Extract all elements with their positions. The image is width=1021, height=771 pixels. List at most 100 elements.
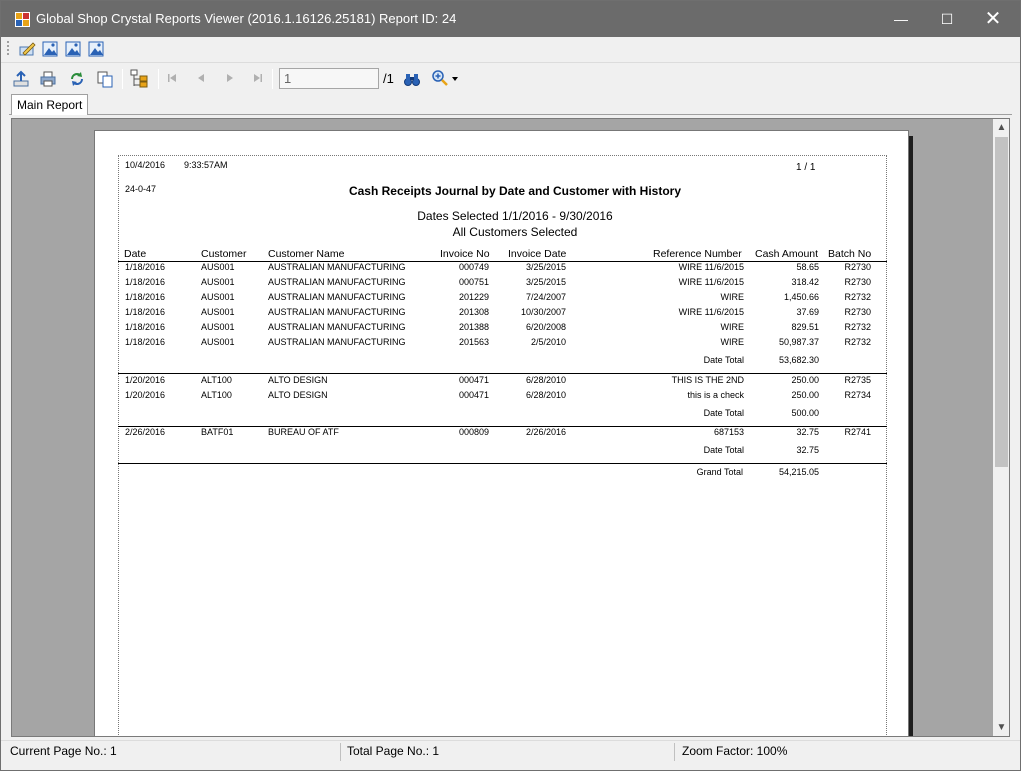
cell-customer: AUS001 <box>201 337 235 347</box>
toolbar-separator <box>158 69 159 89</box>
column-header-date: Date <box>124 248 147 260</box>
vertical-scrollbar[interactable]: ▲ ▼ <box>993 119 1009 736</box>
close-button[interactable]: ✕ <box>970 1 1016 37</box>
toolbar-separator <box>122 69 123 89</box>
window-title: Global Shop Crystal Reports Viewer (2016… <box>36 11 457 26</box>
page-indicator: 1 / 1 <box>796 162 816 173</box>
cell-batch-no: R2732 <box>844 292 871 302</box>
cell-invoice-date: 2/5/2010 <box>530 337 566 347</box>
app-window: Global Shop Crystal Reports Viewer (2016… <box>0 0 1021 771</box>
status-current-page: Current Page No.: 1 <box>10 744 117 758</box>
status-divider <box>340 743 341 761</box>
cell-invoice-date: 6/28/2010 <box>525 375 566 385</box>
cell-customer: AUS001 <box>201 277 235 287</box>
custom-toolbar <box>1 37 1020 62</box>
cell-date: 1/18/2016 <box>125 337 166 347</box>
report-tabs: Main Report <box>9 93 1012 115</box>
cell-customer: ALT100 <box>201 375 232 385</box>
status-total-page: Total Page No.: 1 <box>347 744 440 758</box>
title-bar: Global Shop Crystal Reports Viewer (2016… <box>1 1 1020 37</box>
cell-date: 1/18/2016 <box>125 307 166 317</box>
status-bar: Current Page No.: 1 Total Page No.: 1 Zo… <box>1 740 1020 770</box>
cell-invoice-date: 2/26/2016 <box>525 427 566 437</box>
cell-invoice-date: 10/30/2007 <box>520 307 566 317</box>
cell-date: 2/26/2016 <box>125 427 166 437</box>
status-zoom: Zoom Factor: 100% <box>682 744 788 758</box>
first-page-icon[interactable] <box>166 72 178 84</box>
maximize-button[interactable]: ☐ <box>924 1 970 37</box>
cell-customer: AUS001 <box>201 262 235 272</box>
zoom-dropdown-chevron-down-icon[interactable] <box>451 75 459 83</box>
crystal-reports-app-icon <box>15 12 30 27</box>
export-image-icon[interactable] <box>41 40 59 58</box>
group-tree-icon[interactable] <box>129 68 151 90</box>
last-page-icon[interactable] <box>252 72 264 84</box>
group-separator-line <box>118 463 887 464</box>
date-total-value: 500.00 <box>791 408 819 418</box>
cell-invoice-date: 6/20/2008 <box>525 322 566 332</box>
customers-selected: All Customers Selected <box>452 225 578 239</box>
report-viewer[interactable]: 10/4/2016 9:33:57AM 1 / 1 24-0-47 Cash R… <box>11 118 1010 737</box>
cell-invoice-date: 6/28/2010 <box>525 390 566 400</box>
status-divider <box>674 743 675 761</box>
report-code: 24-0-47 <box>125 184 157 194</box>
cell-date: 1/20/2016 <box>125 375 166 385</box>
column-header-reference-number: Reference Number <box>653 248 742 260</box>
print-icon[interactable] <box>39 70 57 88</box>
cell-customer: ALT100 <box>201 390 232 400</box>
cell-date: 1/18/2016 <box>125 277 166 287</box>
grand-total-value: 54,215.05 <box>778 467 819 477</box>
group-separator-line <box>118 373 887 374</box>
cell-customer: AUS001 <box>201 292 235 302</box>
column-header-customer: Customer <box>201 248 247 260</box>
cell-batch-no: R2741 <box>844 427 871 437</box>
toolbar-grip-icon[interactable] <box>7 41 10 57</box>
date-total-value: 53,682.30 <box>778 355 819 365</box>
viewer-toolbar <box>1 63 1020 93</box>
tab-baseline <box>9 114 1012 115</box>
scroll-down-chevron-down-icon[interactable]: ▼ <box>993 719 1009 736</box>
cell-invoice-date: 7/24/2007 <box>525 292 566 302</box>
cell-customer: BATF01 <box>201 427 234 437</box>
zoom-icon[interactable] <box>431 69 449 87</box>
image-attach-icon[interactable] <box>87 40 105 58</box>
cell-batch-no: R2730 <box>844 307 871 317</box>
toolbar-separator <box>272 69 273 89</box>
column-header-customer-name: Customer Name <box>268 248 345 260</box>
page-number-input[interactable] <box>279 68 379 89</box>
image-settings-icon[interactable] <box>64 40 82 58</box>
export-icon[interactable] <box>12 70 30 88</box>
cell-batch-no: R2732 <box>844 322 871 332</box>
cell-customer: AUS001 <box>201 307 235 317</box>
page-total-label: /1 <box>383 71 394 86</box>
cell-date: 1/18/2016 <box>125 322 166 332</box>
tab-main-report[interactable]: Main Report <box>11 94 89 115</box>
scroll-up-chevron-up-icon[interactable]: ▲ <box>993 119 1009 136</box>
cell-invoice-date: 3/25/2015 <box>525 277 566 287</box>
cell-date: 1/18/2016 <box>125 292 166 302</box>
minimize-button[interactable]: — <box>878 1 924 37</box>
cell-batch-no: R2732 <box>844 337 871 347</box>
print-date: 10/4/2016 <box>125 160 166 170</box>
cell-date: 1/20/2016 <box>125 390 166 400</box>
cell-batch-no: R2734 <box>844 390 871 400</box>
scrollbar-thumb[interactable] <box>995 137 1008 467</box>
column-header-invoice-date: Invoice Date <box>508 248 567 260</box>
dates-selected: Dates Selected 1/1/2016 - 9/30/2016 <box>417 209 613 223</box>
column-header-invoice-no: Invoice No <box>440 248 490 260</box>
report-title: Cash Receipts Journal by Date and Custom… <box>348 184 682 198</box>
cell-batch-no: R2735 <box>844 375 871 385</box>
refresh-icon[interactable] <box>68 70 86 88</box>
next-page-icon[interactable] <box>224 72 236 84</box>
cell-date: 1/18/2016 <box>125 262 166 272</box>
column-header-cash-amount: Cash Amount <box>755 248 819 260</box>
edit-pen-icon[interactable] <box>18 40 36 58</box>
copy-icon[interactable] <box>96 70 114 88</box>
find-binoculars-icon[interactable] <box>403 70 421 88</box>
cell-invoice-date: 3/25/2015 <box>525 262 566 272</box>
cell-batch-no: R2730 <box>844 277 871 287</box>
column-header-batch-no: Batch No <box>828 248 872 260</box>
cell-customer: AUS001 <box>201 322 235 332</box>
previous-page-icon[interactable] <box>195 72 207 84</box>
date-total-value: 32.75 <box>796 445 819 455</box>
